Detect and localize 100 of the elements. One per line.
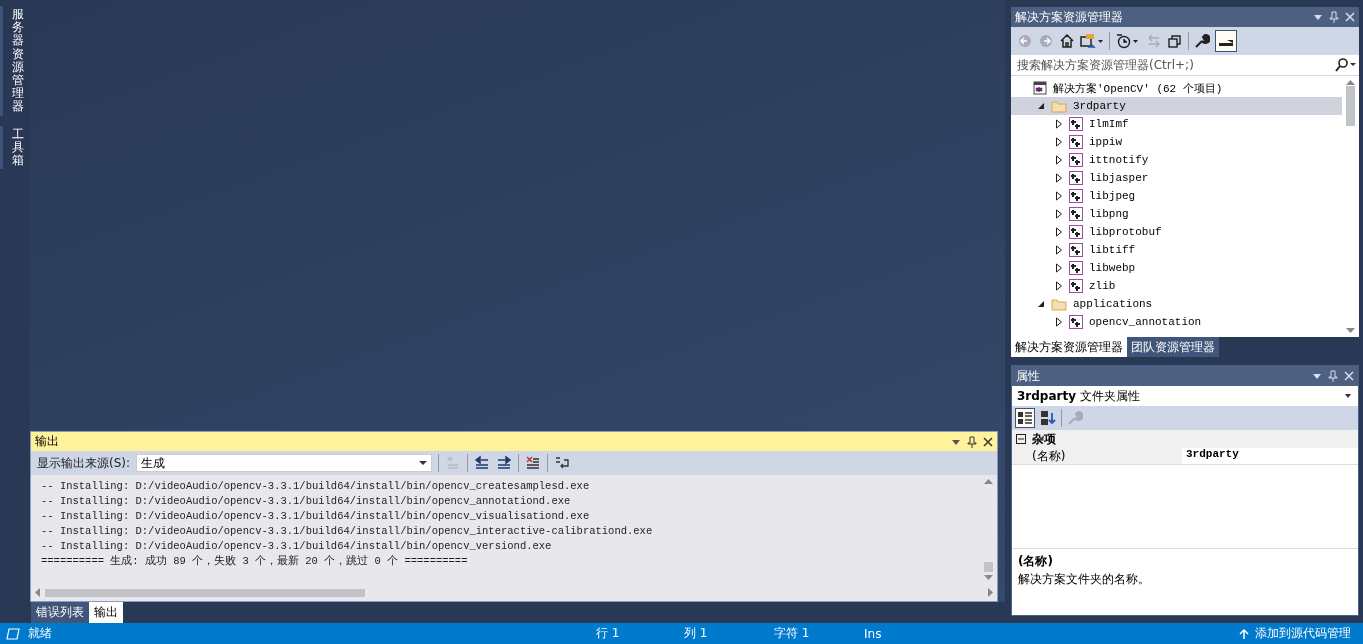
property-name: (名称) [1031,448,1067,464]
source-control-button[interactable]: 添加到源代码管理 [1239,625,1351,642]
caret-icon[interactable] [1344,393,1352,399]
panel-title: 属性 [1016,367,1041,385]
output-line: -- Installing: D:/videoAudio/opencv-3.3.1/build64/install/bin/opencv_visualisationd.exe [41,509,591,524]
folder-icon [1051,297,1067,311]
tree-item[interactable]: 解决方案'OpenCV' (62 个项目) [1011,79,1342,97]
next-message-icon[interactable] [496,455,513,471]
dropdown-icon[interactable] [1312,371,1322,381]
expand-arrow-icon[interactable] [1055,227,1063,237]
output-line: ========== 生成: 成功 89 个，失败 3 个，最新 20 个，跳过 0 个 ========== [41,554,469,569]
close-icon[interactable] [983,436,993,447]
sort-az-icon[interactable] [1040,410,1056,426]
project-icon [1069,315,1083,329]
panel-tab[interactable]: 错误列表 [31,602,89,623]
tree-item[interactable]: ippiw [1011,133,1342,151]
search-field[interactable]: 搜索解决方案资源管理器(Ctrl+;) [1015,57,1335,73]
expand-arrow-icon[interactable] [1055,317,1063,327]
expand-arrow-icon[interactable] [1055,119,1063,129]
source-dropdown[interactable]: 生成 [136,454,433,472]
scroll-thumb[interactable] [1346,86,1355,126]
tree-item[interactable]: libpng [1011,205,1342,223]
tree-item[interactable]: libprotobuf [1011,223,1342,241]
folder-icon [1051,99,1067,113]
scroll-down-icon[interactable] [984,574,993,580]
expand-arrow-icon[interactable] [1055,173,1063,183]
expand-arrow-icon[interactable] [1055,155,1063,165]
column-indicator: 列 1 [684,625,709,642]
output-line: -- Installing: D:/videoAudio/opencv-3.3.1/build64/install/bin/opencv_annotationd.exe [41,494,572,509]
search-icon[interactable] [1335,58,1357,72]
object-selector[interactable]: 3rdparty 文件夹属性 [1012,386,1358,406]
tree-item[interactable]: zlib [1011,277,1342,295]
project-icon [1069,171,1083,185]
output-line: -- Installing: D:/videoAudio/opencv-3.3.1/build64/install/bin/opencv_interactive-calibrationd.exe [41,524,654,539]
panel-title: 输出 [35,433,60,450]
scroll-up-icon[interactable] [984,479,993,485]
side-tab[interactable]: 服务器资源管理器 [0,6,27,116]
project-icon [1069,261,1083,275]
home-icon[interactable] [1059,33,1075,49]
scroll-thumb[interactable] [984,562,993,572]
tree-item[interactable]: applications [1011,295,1342,313]
project-icon [1069,117,1083,131]
dropdown-icon[interactable] [1313,12,1323,22]
output-line: -- Installing: D:/videoAudio/opencv-3.3.1/build64/install/bin/opencv_createsamplesd.exe [41,479,591,494]
expand-arrow-icon[interactable] [1055,263,1063,273]
expand-arrow-icon[interactable] [1055,281,1063,291]
previous-message-icon[interactable] [474,455,491,471]
tree-item[interactable]: libjpeg [1011,187,1342,205]
collapse-arrow-icon[interactable] [1037,102,1045,110]
tree-item[interactable]: libtiff [1011,241,1342,259]
scroll-thumb[interactable] [45,588,365,597]
source-label: 显示输出来源(S): [37,454,131,472]
panel-title: 解决方案资源管理器 [1015,8,1124,26]
expand-arrow-icon[interactable] [1055,245,1063,255]
collapse-icon[interactable] [1016,434,1026,444]
history-icon[interactable] [1115,33,1141,49]
up-arrow-icon[interactable] [1239,628,1249,639]
tree-item[interactable]: IlmImf [1011,115,1342,133]
property-value[interactable]: 3rdparty [1182,448,1358,464]
pin-icon[interactable] [967,435,977,448]
swap-arrows-icon [1146,33,1162,49]
panel-tab[interactable]: 解决方案资源管理器 [1011,337,1127,357]
project-icon [1069,207,1083,221]
scroll-right-icon[interactable] [987,588,993,597]
tree-item[interactable]: libwebp [1011,259,1342,277]
output-line: -- Installing: D:/videoAudio/opencv-3.3.1/build64/install/bin/opencv_versiond.exe [41,539,553,554]
clear-all-icon[interactable] [525,455,542,471]
window-icon [6,627,20,640]
insert-mode: Ins [864,626,883,641]
collapse-all-icon[interactable] [1167,33,1183,49]
wrench-icon [1067,410,1083,426]
panel-tab[interactable]: 输出 [89,602,123,623]
panel-tab[interactable]: 团队资源管理器 [1127,337,1219,357]
categorized-icon[interactable] [1015,408,1035,428]
category-label: 杂项 [1032,430,1056,448]
project-icon [1069,225,1083,239]
tree-item[interactable]: libjasper [1011,169,1342,187]
project-icon [1069,243,1083,257]
project-icon [1069,189,1083,203]
expand-arrow-icon[interactable] [1055,191,1063,201]
word-wrap-icon[interactable] [554,455,571,471]
project-icon [1069,135,1083,149]
description-title: (名称) [1018,553,1054,570]
scroll-left-icon[interactable] [35,588,41,597]
wrench-icon[interactable] [1194,33,1210,49]
project-icon [1069,279,1083,293]
caret-icon[interactable] [419,460,428,466]
line-indicator: 行 1 [596,625,621,642]
tree-item[interactable]: opencv_annotation [1011,313,1342,331]
collapse-arrow-icon[interactable] [1037,300,1045,308]
sync-icon[interactable] [1080,33,1104,49]
project-icon [1069,153,1083,167]
solution-icon [1033,81,1047,95]
side-tab[interactable]: 工具箱 [0,125,27,170]
tree-item[interactable]: ittnotify [1011,151,1342,169]
scroll-down-icon[interactable] [1346,327,1355,333]
status-message: 就绪 [28,625,53,642]
expand-arrow-icon[interactable] [1055,209,1063,219]
expand-arrow-icon[interactable] [1055,137,1063,147]
tree-item[interactable]: 3rdparty [1011,97,1342,115]
